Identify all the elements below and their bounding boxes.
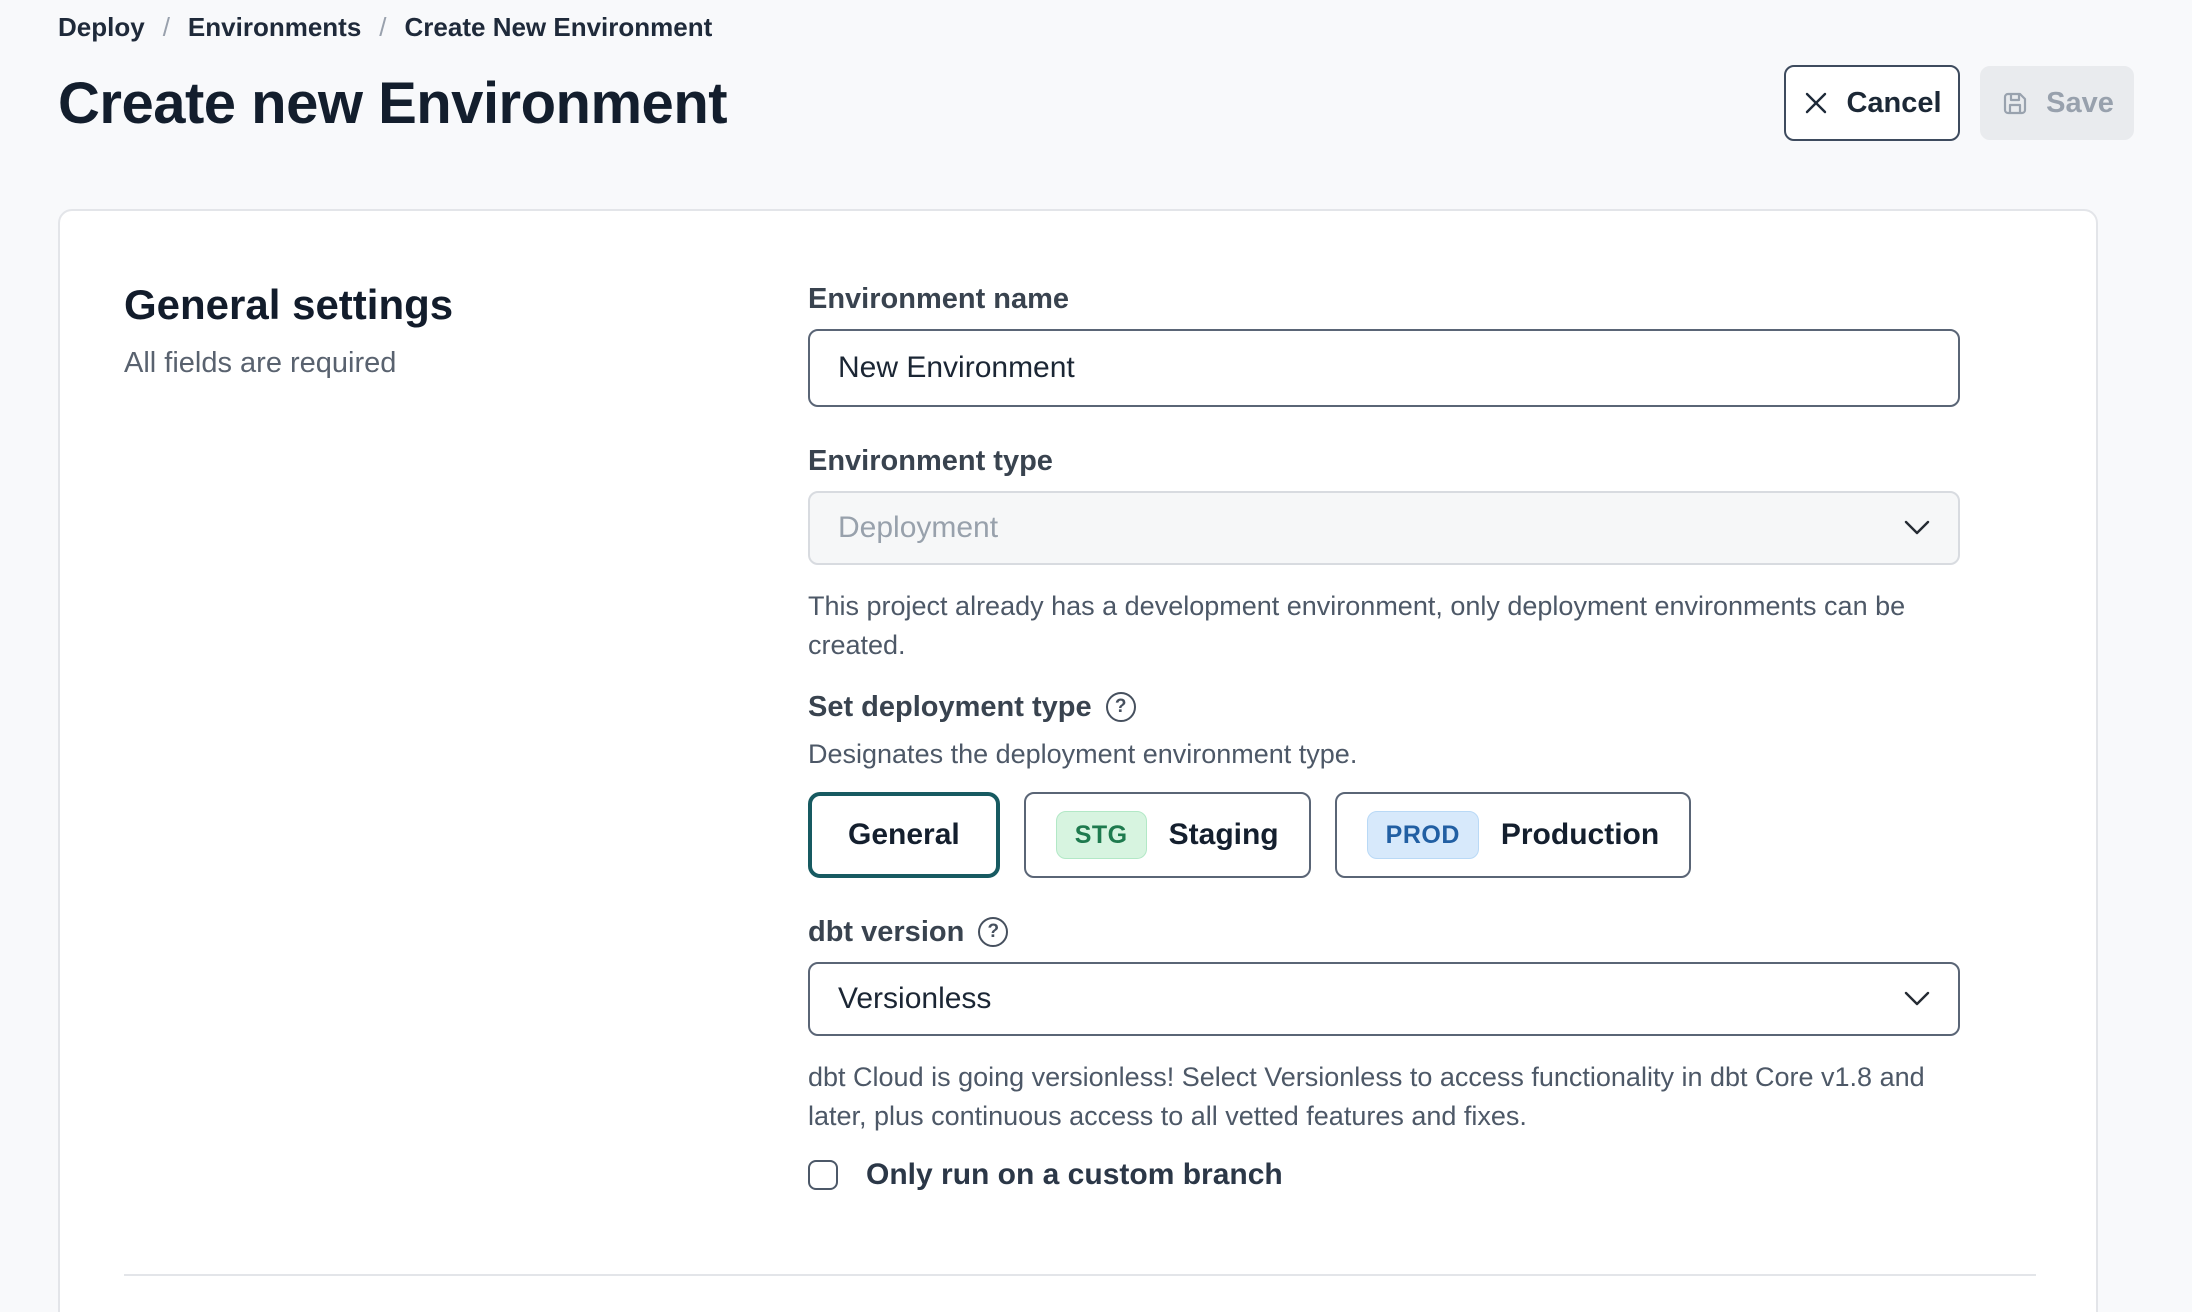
cancel-button-label: Cancel: [1846, 87, 1941, 120]
production-badge: PROD: [1367, 811, 1479, 859]
environment-form: Environment name Environment type Deploy…: [808, 281, 1960, 1192]
deployment-type-production-button[interactable]: PROD Production: [1335, 792, 1692, 878]
section-divider: [124, 1274, 2036, 1276]
environment-name-label: Environment name: [808, 281, 1960, 317]
custom-branch-checkbox[interactable]: [808, 1160, 838, 1190]
environment-type-value: Deployment: [838, 511, 998, 545]
breadcrumb-create-new-environment: Create New Environment: [405, 12, 713, 43]
environment-type-group: Environment type Deployment This project…: [808, 443, 1960, 665]
dbt-version-group: dbt version ? Versionless dbt Cloud is g…: [808, 914, 1960, 1136]
production-option-label: Production: [1501, 818, 1659, 852]
general-settings-card: General settings All fields are required…: [58, 209, 2098, 1312]
general-option-label: General: [848, 818, 960, 852]
breadcrumb-environments[interactable]: Environments: [188, 12, 361, 43]
staging-option-label: Staging: [1169, 818, 1279, 852]
environment-name-group: Environment name: [808, 281, 1960, 407]
environment-name-input[interactable]: [808, 329, 1960, 407]
breadcrumb: Deploy / Environments / Create New Envir…: [58, 12, 2134, 43]
custom-branch-row: Only run on a custom branch: [808, 1158, 1960, 1192]
environment-type-select: Deployment: [808, 491, 1960, 565]
section-subheading: All fields are required: [124, 347, 808, 380]
dbt-version-label-text: dbt version: [808, 914, 964, 950]
breadcrumb-separator: /: [379, 12, 386, 43]
header-actions: Cancel Save: [1784, 65, 2134, 141]
dbt-version-label: dbt version ?: [808, 914, 1960, 950]
save-button-label: Save: [2046, 87, 2114, 120]
deployment-type-options: General STG Staging PROD Production: [808, 792, 1960, 878]
section-heading: General settings: [124, 281, 808, 329]
dbt-version-help: dbt Cloud is going versionless! Select V…: [808, 1058, 1960, 1136]
page-header: Deploy / Environments / Create New Envir…: [0, 0, 2192, 141]
question-circle-icon[interactable]: ?: [1106, 692, 1136, 722]
dbt-version-value: Versionless: [838, 982, 991, 1016]
chevron-down-icon: [1904, 991, 1930, 1007]
breadcrumb-deploy[interactable]: Deploy: [58, 12, 145, 43]
deployment-type-label: Set deployment type ?: [808, 689, 1960, 725]
breadcrumb-separator: /: [163, 12, 170, 43]
section-intro: General settings All fields are required: [124, 281, 808, 1192]
deployment-type-general-button[interactable]: General: [808, 792, 1000, 878]
chevron-down-icon: [1904, 520, 1930, 536]
deployment-type-description: Designates the deployment environment ty…: [808, 735, 1960, 774]
dbt-version-select[interactable]: Versionless: [808, 962, 1960, 1036]
page-title: Create new Environment: [58, 70, 727, 137]
environment-type-label: Environment type: [808, 443, 1960, 479]
deployment-type-group: Set deployment type ? Designates the dep…: [808, 689, 1960, 878]
save-button[interactable]: Save: [1980, 66, 2134, 140]
deployment-type-staging-button[interactable]: STG Staging: [1024, 792, 1311, 878]
cancel-button[interactable]: Cancel: [1784, 65, 1960, 141]
environment-type-help: This project already has a development e…: [808, 587, 1960, 665]
deployment-type-label-text: Set deployment type: [808, 689, 1092, 725]
save-disk-icon: [2000, 88, 2030, 118]
close-icon: [1802, 89, 1830, 117]
question-circle-icon[interactable]: ?: [978, 917, 1008, 947]
custom-branch-label[interactable]: Only run on a custom branch: [866, 1158, 1283, 1192]
staging-badge: STG: [1056, 811, 1147, 859]
